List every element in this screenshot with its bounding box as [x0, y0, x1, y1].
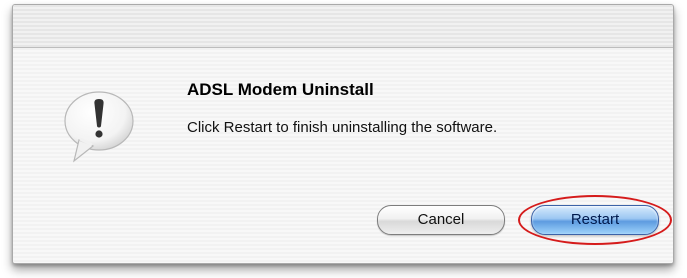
restart-button[interactable]: Restart: [531, 205, 659, 235]
alert-dialog: ADSL Modem Uninstall Click Restart to fi…: [12, 4, 674, 264]
alert-speech-bubble-icon: [64, 91, 134, 163]
dialog-titlebar: [13, 5, 673, 48]
screenshot-stage: ADSL Modem Uninstall Click Restart to fi…: [0, 0, 687, 278]
dialog-message: Click Restart to finish uninstalling the…: [187, 119, 498, 136]
cancel-button[interactable]: Cancel: [377, 205, 505, 235]
dialog-title: ADSL Modem Uninstall: [187, 80, 374, 99]
